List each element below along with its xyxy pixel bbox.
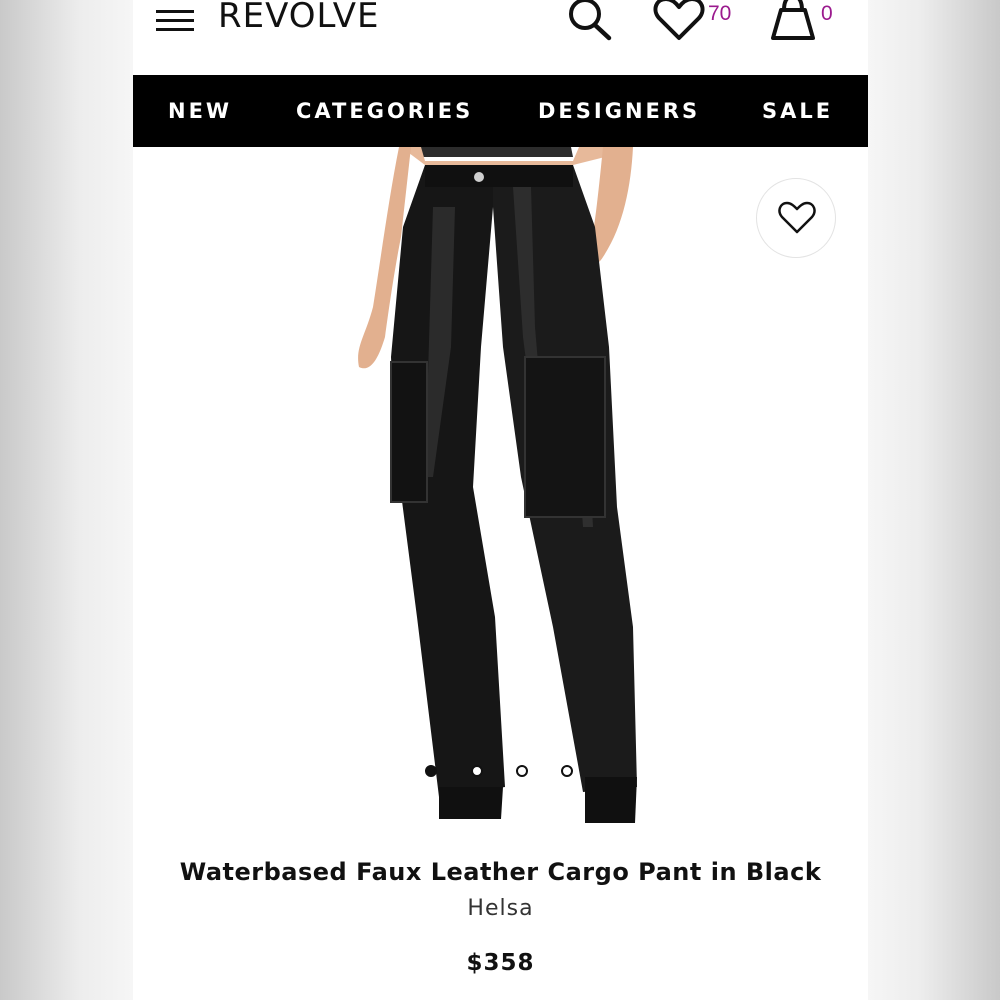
main-nav: NEW CATEGORIES DESIGNERS SALE <box>133 75 868 147</box>
search-icon[interactable] <box>565 0 615 42</box>
nav-item-new[interactable]: NEW <box>168 99 232 123</box>
favorite-heart-icon <box>778 201 816 234</box>
carousel-dot-1[interactable] <box>425 765 437 777</box>
product-image <box>358 147 637 823</box>
shopping-bag-icon[interactable] <box>769 0 817 42</box>
carousel-dots <box>425 765 585 781</box>
menu-icon[interactable] <box>156 8 196 34</box>
carousel-dot-4[interactable] <box>561 765 573 777</box>
nav-item-sale[interactable]: SALE <box>762 99 833 123</box>
bag-count: 0 <box>821 2 833 25</box>
wishlist-count: 70 <box>708 2 732 25</box>
background-blur-left <box>0 0 133 1000</box>
background-blur-right <box>867 0 1000 1000</box>
nav-item-designers[interactable]: DESIGNERS <box>538 99 700 123</box>
carousel-dot-3[interactable] <box>516 765 528 777</box>
product-price: $358 <box>466 950 535 976</box>
top-header: REVOLVE 70 0 <box>133 0 868 75</box>
favorite-button[interactable] <box>756 178 836 258</box>
nav-item-categories[interactable]: CATEGORIES <box>296 99 473 123</box>
carousel-dot-2[interactable] <box>471 765 483 777</box>
heart-icon[interactable] <box>653 0 705 42</box>
product-title: Waterbased Faux Leather Cargo Pant in Bl… <box>179 858 822 886</box>
app-screen: REVOLVE 70 0 NEW CATEGORIES DESIGNERS SA… <box>133 0 868 1000</box>
product-image-carousel[interactable] <box>133 147 868 837</box>
brand-logo[interactable]: REVOLVE <box>218 0 379 36</box>
product-brand[interactable]: Helsa <box>133 896 868 921</box>
